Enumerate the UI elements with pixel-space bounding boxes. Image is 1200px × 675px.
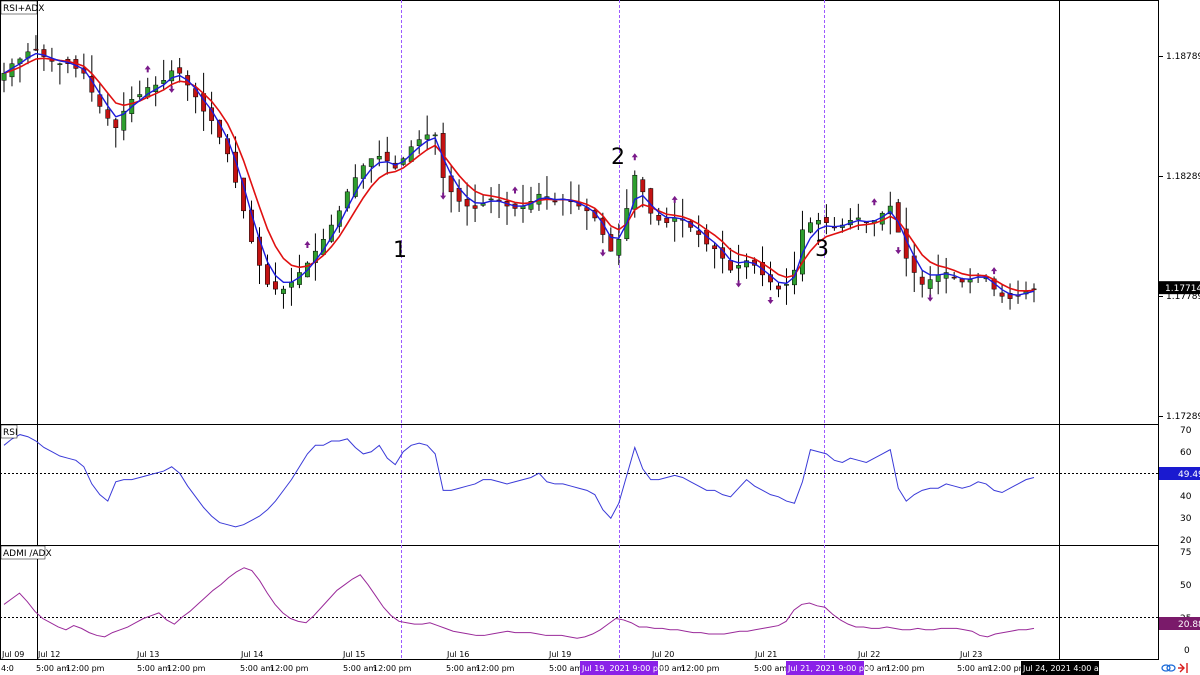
- candle-body: [488, 198, 494, 201]
- candle-body: [736, 265, 742, 269]
- candle-body: [376, 155, 382, 160]
- candle-body: [57, 63, 63, 65]
- candle-body: [281, 288, 286, 294]
- date-label: Jul 15: [342, 650, 365, 659]
- candle-body: [656, 215, 662, 221]
- candle-body: [815, 220, 821, 225]
- candle-body: [664, 217, 670, 223]
- adx-tick-label: 75: [1180, 548, 1191, 558]
- adx-value-label: 20.88: [1178, 620, 1200, 630]
- candle-body: [648, 188, 654, 214]
- date-label: Jul 21: [754, 650, 777, 659]
- candle-body: [384, 151, 390, 162]
- candle-body: [416, 139, 422, 147]
- candle-body: [225, 138, 230, 155]
- candle-body: [105, 109, 111, 119]
- rsi-value-label: 49.49: [1178, 470, 1200, 480]
- candle-body: [776, 285, 781, 290]
- candle-body: [552, 200, 558, 203]
- rsi-tick-label: 40: [1180, 492, 1192, 502]
- current-price-label: 1.17714: [1165, 284, 1200, 294]
- annotation-3: 3: [815, 237, 829, 262]
- candle-body: [879, 212, 885, 225]
- time-label: 12:00 pm: [270, 664, 309, 673]
- candle-body: [137, 94, 143, 98]
- time-label: 5:00 am: [957, 664, 990, 673]
- rsi-tick-label: 70: [1180, 426, 1192, 436]
- date-label: Jul 12: [37, 650, 60, 659]
- candle-body: [368, 158, 374, 167]
- candle-body: [472, 205, 478, 209]
- time-label: 5:00 am: [343, 664, 376, 673]
- date-label: Jul 13: [136, 650, 159, 659]
- highlighted-time-label: Jul 19, 2021 9:00 pm: [581, 664, 666, 673]
- candle-body: [728, 260, 734, 271]
- price-tick-label: 1.18789: [1166, 52, 1200, 62]
- time-label: 5:00 am: [240, 664, 273, 673]
- date-label: Jul 22: [857, 650, 880, 659]
- main-panel-title: RSI+ADX: [3, 4, 44, 14]
- candle-body: [480, 203, 486, 206]
- time-label: 5:00 am: [137, 664, 170, 673]
- time-label: 5:00 am: [446, 664, 479, 673]
- adx-tick-label: 0: [1184, 646, 1190, 656]
- candle-body: [784, 284, 789, 286]
- candle-body: [895, 202, 901, 233]
- candle-body: [424, 134, 430, 140]
- candle-body: [616, 239, 622, 256]
- time-label: 12:00 pm: [886, 664, 925, 673]
- time-label: 5:00 am: [36, 664, 69, 673]
- candle-body: [999, 292, 1005, 297]
- time-label: 12:00 pm: [66, 664, 105, 673]
- candle-body: [823, 217, 829, 223]
- candle-body: [919, 276, 925, 285]
- candle-body: [855, 217, 861, 220]
- candle-body: [640, 179, 646, 193]
- annotation-2: 2: [611, 145, 625, 170]
- highlighted-time-label: Jul 21, 2021 9:00 pm: [787, 664, 872, 673]
- candle-body: [808, 222, 813, 233]
- candle-body: [951, 276, 957, 279]
- candle-body: [1031, 288, 1037, 291]
- rsi-tick-label: 60: [1180, 448, 1192, 458]
- annotation-1: 1: [393, 238, 407, 263]
- candle-body: [696, 230, 702, 235]
- candle-body: [464, 199, 470, 207]
- candle-body: [432, 134, 438, 137]
- candle-body: [265, 264, 270, 285]
- candle-body: [935, 274, 941, 282]
- adx-panel-title: ADMI /ADX: [3, 549, 52, 559]
- candle-body: [712, 245, 718, 250]
- rsi-panel-title: RSI: [3, 428, 18, 438]
- price-tick-label: 1.18289: [1166, 172, 1200, 182]
- candle-body: [927, 279, 933, 289]
- time-label: 12:00 pm: [988, 664, 1027, 673]
- time-label: 4:0: [1, 664, 14, 673]
- candle-body: [1, 72, 7, 81]
- candle-body: [273, 281, 278, 290]
- candle-body: [177, 67, 183, 74]
- date-label: Jul 14: [240, 650, 263, 659]
- candle-body: [967, 279, 973, 283]
- date-label: Jul 20: [651, 650, 674, 659]
- time-label: 5:00 am: [754, 664, 787, 673]
- time-label: 12:00 pm: [681, 664, 720, 673]
- date-label: Jul 16: [446, 650, 469, 659]
- adx-tick-label: 50: [1180, 581, 1192, 591]
- chart-background: [0, 0, 1200, 675]
- date-label: Jul 19: [548, 650, 571, 659]
- time-label: 5:00 am: [549, 664, 582, 673]
- rsi-tick-label: 30: [1180, 514, 1192, 524]
- time-label: 12:00 pm: [373, 664, 412, 673]
- current-time-label: Jul 24, 2021 4:00 am: [1022, 664, 1107, 673]
- time-label: 12:00 pm: [476, 664, 515, 673]
- time-label: 12:00 pm: [167, 664, 206, 673]
- candle-body: [33, 48, 39, 51]
- trading-chart[interactable]: RSI+ADX RSI ADMI /ADX 1 2 3 1.18789 1.18…: [0, 0, 1200, 675]
- price-tick-label: 1.17289: [1166, 412, 1200, 422]
- candle-body: [113, 119, 119, 129]
- date-label: Jul 23: [959, 650, 982, 659]
- date-label: Jul 09: [1, 650, 24, 659]
- rsi-tick-label: 20: [1180, 536, 1192, 546]
